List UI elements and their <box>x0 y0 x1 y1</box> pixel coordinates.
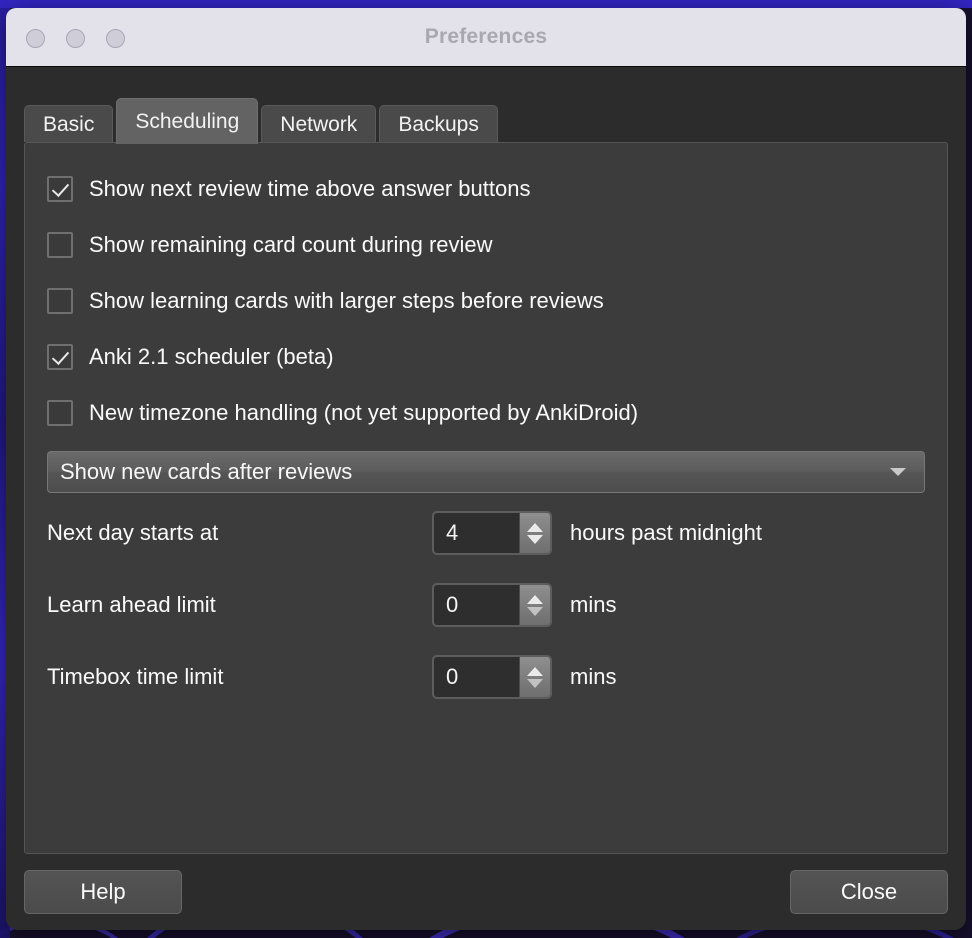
spin-label-learn-ahead-limit: Learn ahead limit <box>47 592 216 617</box>
arrow-down-icon[interactable] <box>527 534 543 544</box>
checkbox-label-new-timezone-handling: New timezone handling (not yet supported… <box>89 400 639 425</box>
checkbox-label-show-remaining-card-count: Show remaining card count during review <box>89 232 493 257</box>
tab-basic[interactable]: Basic <box>24 105 114 142</box>
new-card-order-wrapper: Show new cards after reviews <box>47 441 925 497</box>
checkbox-row-new-timezone-handling[interactable]: New timezone handling (not yet supported… <box>47 385 925 441</box>
checkbox-new-timezone-handling[interactable] <box>47 400 73 426</box>
spinner-learn-ahead-limit[interactable]: 0 <box>432 583 552 627</box>
new-card-order-select[interactable]: Show new cards after reviews <box>47 451 925 493</box>
spinner-value-learn-ahead-limit[interactable]: 0 <box>434 585 519 625</box>
spin-row-learn-ahead-limit: Learn ahead limit 0 mins <box>47 569 925 641</box>
spin-row-timebox-time-limit: Timebox time limit 0 mins <box>47 641 925 713</box>
spinner-buttons-timebox-time-limit[interactable] <box>519 657 550 697</box>
checkbox-show-next-review-time[interactable] <box>47 176 73 202</box>
preferences-window: Preferences Basic Scheduling Network Bac… <box>6 8 966 930</box>
spin-unit-next-day-starts-at: hours past midnight <box>570 520 762 545</box>
checkbox-label-show-next-review-time: Show next review time above answer butto… <box>89 176 531 201</box>
dialog-footer: Help Close <box>6 854 966 930</box>
tab-network[interactable]: Network <box>261 105 377 142</box>
chevron-down-icon <box>890 468 906 476</box>
arrow-up-icon[interactable] <box>527 594 543 604</box>
arrow-up-icon[interactable] <box>527 666 543 676</box>
spin-unit-timebox-time-limit: mins <box>570 664 617 689</box>
help-button[interactable]: Help <box>24 870 182 914</box>
checkbox-label-show-learning-cards: Show learning cards with larger steps be… <box>89 288 604 313</box>
spin-row-next-day-starts-at: Next day starts at 4 hours past midnight <box>47 497 925 569</box>
checkbox-row-show-next-review-time[interactable]: Show next review time above answer butto… <box>47 161 925 217</box>
checkbox-label-anki-21-scheduler: Anki 2.1 scheduler (beta) <box>89 344 334 369</box>
desktop-top-strip <box>0 0 972 8</box>
tab-scheduling[interactable]: Scheduling <box>116 98 259 144</box>
spinner-value-next-day-starts-at[interactable]: 4 <box>434 513 519 553</box>
tab-bar: Basic Scheduling Network Backups <box>24 98 966 144</box>
close-button[interactable]: Close <box>790 870 948 914</box>
arrow-down-icon[interactable] <box>527 606 543 616</box>
checkbox-anki-21-scheduler[interactable] <box>47 344 73 370</box>
spin-label-timebox-time-limit: Timebox time limit <box>47 664 224 689</box>
arrow-down-icon[interactable] <box>527 678 543 688</box>
tab-backups[interactable]: Backups <box>379 105 498 142</box>
scheduling-panel: Show next review time above answer butto… <box>24 142 948 854</box>
spinner-buttons-next-day-starts-at[interactable] <box>519 513 550 553</box>
spin-label-next-day-starts-at: Next day starts at <box>47 520 219 545</box>
checkbox-show-learning-cards[interactable] <box>47 288 73 314</box>
spinner-value-timebox-time-limit[interactable]: 0 <box>434 657 519 697</box>
arrow-up-icon[interactable] <box>527 522 543 532</box>
window-body: Basic Scheduling Network Backups Show ne… <box>6 67 966 930</box>
window-title: Preferences <box>424 25 548 48</box>
spinner-timebox-time-limit[interactable]: 0 <box>432 655 552 699</box>
window-titlebar[interactable]: Preferences <box>6 8 966 67</box>
checkbox-row-anki-21-scheduler[interactable]: Anki 2.1 scheduler (beta) <box>47 329 925 385</box>
checkbox-row-show-learning-cards[interactable]: Show learning cards with larger steps be… <box>47 273 925 329</box>
checkbox-show-remaining-card-count[interactable] <box>47 232 73 258</box>
spinner-buttons-learn-ahead-limit[interactable] <box>519 585 550 625</box>
spin-unit-learn-ahead-limit: mins <box>570 592 617 617</box>
new-card-order-value: Show new cards after reviews <box>60 459 353 484</box>
spinner-next-day-starts-at[interactable]: 4 <box>432 511 552 555</box>
checkbox-row-show-remaining-card-count[interactable]: Show remaining card count during review <box>47 217 925 273</box>
